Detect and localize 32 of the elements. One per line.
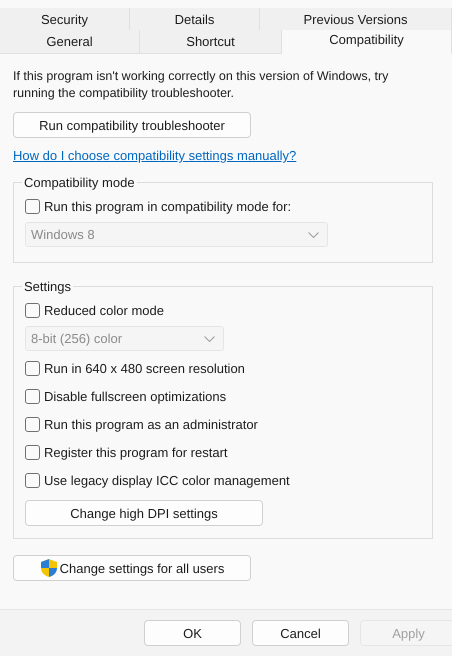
tab[interactable]: General bbox=[0, 30, 140, 54]
checkbox-label: Run in 640 x 480 screen resolution bbox=[44, 360, 245, 376]
shield-icon bbox=[40, 558, 58, 578]
dialog-button[interactable]: OK bbox=[144, 620, 241, 646]
dialog-button[interactable]: Cancel bbox=[252, 620, 349, 646]
intro-text: If this program isn't working correctly on this version of Windows, try running the compatibility troubleshooter. bbox=[13, 68, 390, 102]
tab[interactable]: Security bbox=[0, 8, 130, 32]
checkbox-label: Disable fullscreen optimizations bbox=[44, 388, 226, 404]
chevron-down-icon bbox=[308, 232, 319, 238]
high-dpi-button[interactable]: Change high DPI settings bbox=[25, 500, 263, 526]
tab[interactable]: Previous Versions bbox=[260, 8, 452, 32]
checkbox[interactable] bbox=[25, 472, 40, 488]
checkbox[interactable] bbox=[25, 302, 40, 318]
tab[interactable]: Compatibility bbox=[282, 30, 452, 54]
checkbox[interactable] bbox=[25, 416, 40, 432]
tab[interactable]: Shortcut bbox=[140, 30, 282, 54]
checkbox-label: Run this program in compatibility mode for: bbox=[44, 198, 292, 214]
checkbox[interactable] bbox=[25, 388, 40, 404]
group-title: Compatibility mode bbox=[23, 175, 136, 190]
chevron-down-icon bbox=[204, 336, 215, 342]
checkbox-label: Use legacy display ICC color management bbox=[44, 472, 290, 488]
checkbox[interactable] bbox=[25, 360, 40, 376]
checkbox[interactable] bbox=[25, 198, 40, 214]
checkbox-label: Register this program for restart bbox=[44, 444, 228, 460]
checkbox-label: Run this program as an administrator bbox=[44, 416, 258, 432]
checkbox-label: Reduced color mode bbox=[44, 302, 164, 318]
all-users-button[interactable]: Change settings for all users bbox=[13, 555, 251, 581]
help-link[interactable]: How do I choose compatibility settings manually? bbox=[13, 148, 433, 163]
troubleshooter-button[interactable]: Run compatibility troubleshooter bbox=[13, 112, 251, 138]
group-title: Settings bbox=[23, 279, 72, 294]
checkbox[interactable] bbox=[25, 444, 40, 460]
tab[interactable]: Details bbox=[130, 8, 260, 32]
